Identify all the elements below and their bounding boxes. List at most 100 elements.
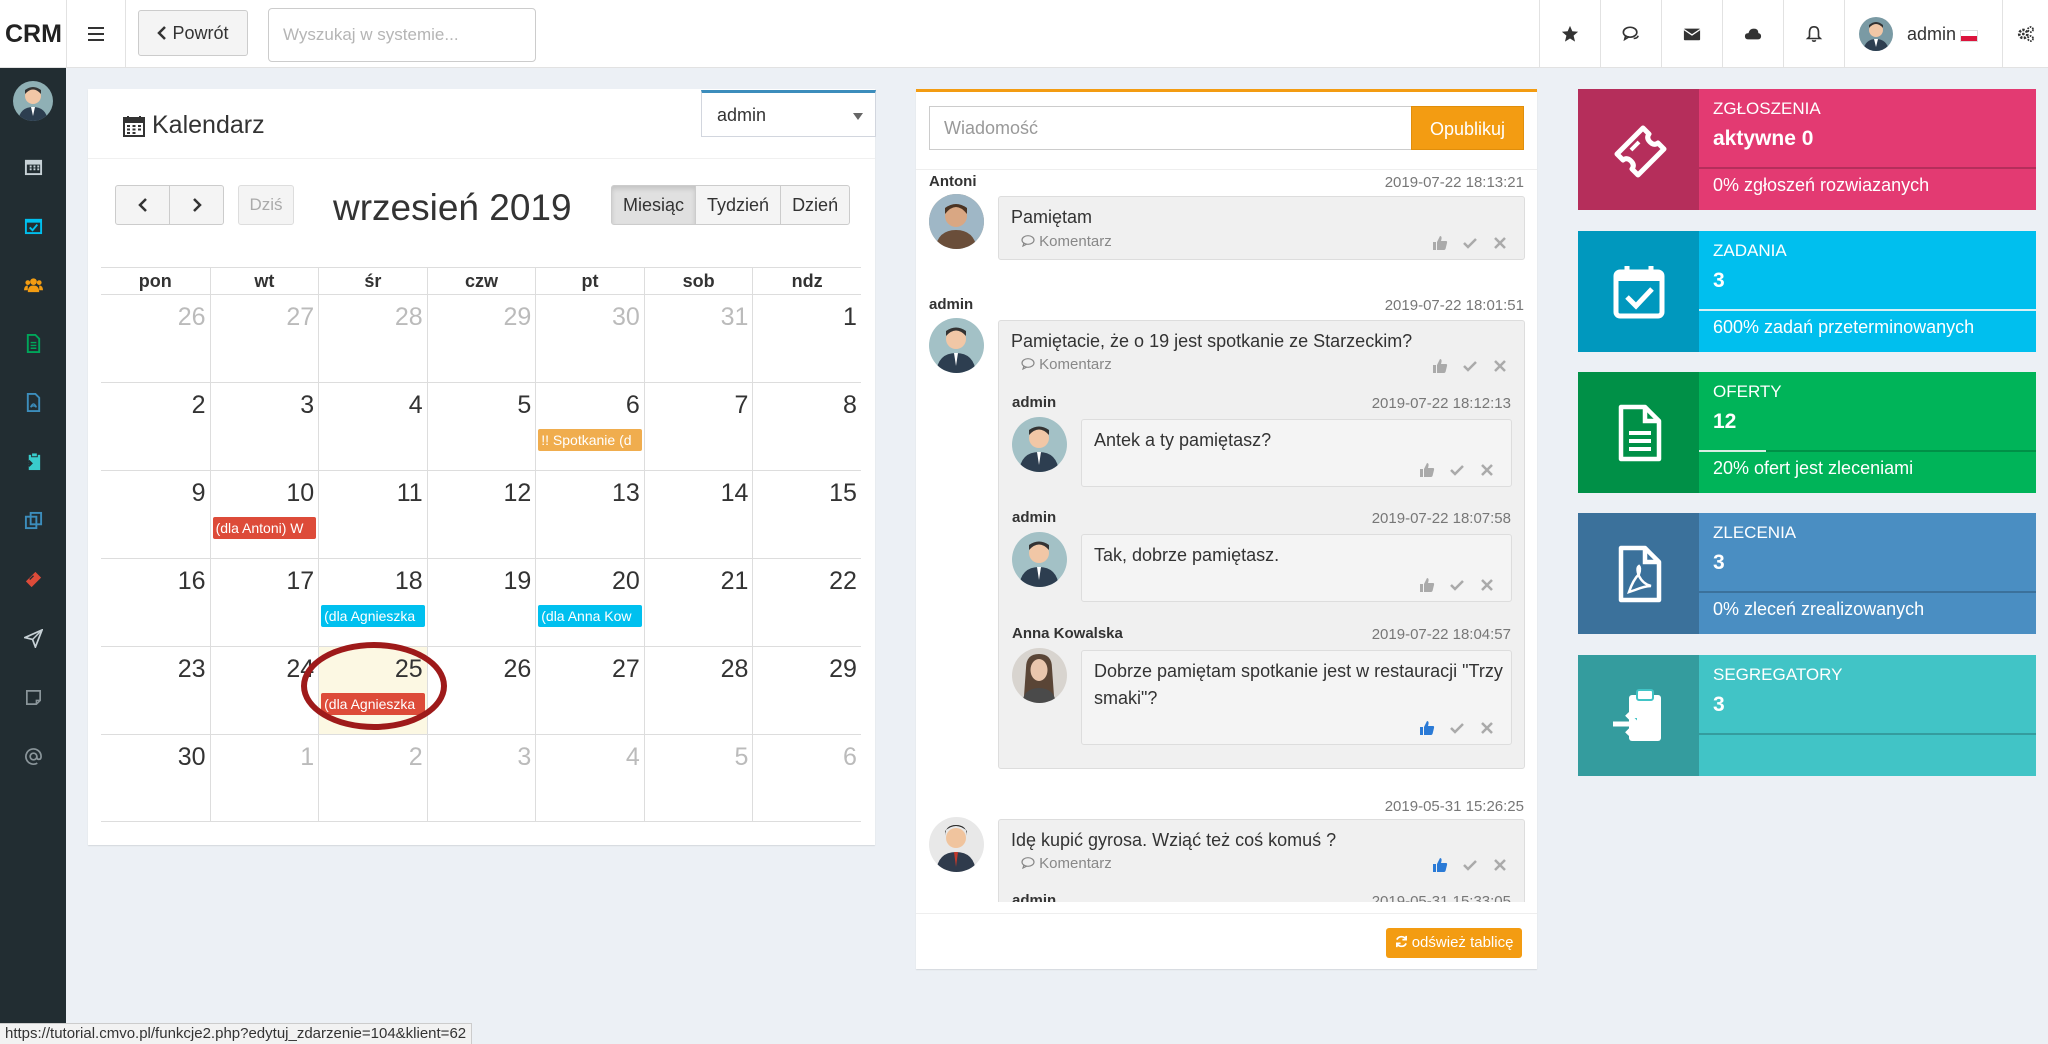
- calendar-day-cell[interactable]: 2: [101, 383, 210, 470]
- calendar-day-cell[interactable]: 13: [535, 471, 644, 558]
- calendar-day-cell[interactable]: 10 (dla Antoni) W: [209, 471, 319, 558]
- view-button[interactable]: Miesiąc: [611, 185, 697, 225]
- stat-box-zgłoszenia[interactable]: ZGŁOSZENIA aktywne 0 0% zgłoszeń rozwiaz…: [1578, 89, 2036, 210]
- calendar-event[interactable]: (dla Agnieszka: [321, 605, 425, 627]
- calendar-day-cell[interactable]: 12: [426, 471, 536, 558]
- cloud-button[interactable]: [1722, 0, 1783, 68]
- close-icon[interactable]: [1479, 577, 1495, 593]
- calendar-day-cell[interactable]: 17: [209, 559, 319, 646]
- thumbs-up-icon[interactable]: [1432, 358, 1448, 374]
- calendar-day-cell[interactable]: 27: [209, 295, 319, 382]
- calendar-day-cell[interactable]: 5: [426, 383, 536, 470]
- calendar-day-cell[interactable]: 30: [101, 735, 210, 821]
- calendar-day-cell[interactable]: 27: [535, 647, 644, 734]
- comment-link[interactable]: Komentarz: [1021, 356, 1112, 373]
- calendar-day-cell[interactable]: 15: [752, 471, 861, 558]
- calendar-day-cell[interactable]: 29: [426, 295, 536, 382]
- calendar-day-cell[interactable]: 2: [318, 735, 427, 821]
- thumbs-up-icon[interactable]: [1419, 720, 1435, 736]
- message-feed[interactable]: Antoni 2019-07-22 18:13:21 Pamiętam Kome…: [916, 170, 1537, 902]
- sidebar-item-calendar[interactable]: [0, 151, 66, 181]
- thumbs-up-icon[interactable]: [1432, 235, 1448, 251]
- calendar-day-cell[interactable]: 5: [643, 735, 753, 821]
- thumbs-up-icon[interactable]: [1419, 577, 1435, 593]
- publish-button[interactable]: Opublikuj: [1411, 106, 1524, 150]
- calendar-day-cell[interactable]: 30: [535, 295, 644, 382]
- sidebar-item-documents[interactable]: [0, 505, 66, 535]
- stat-box-segregatory[interactable]: SEGREGATORY 3: [1578, 655, 2036, 776]
- calendar-day-cell[interactable]: 4: [535, 735, 644, 821]
- close-icon[interactable]: [1492, 358, 1508, 374]
- sidebar-avatar[interactable]: [13, 81, 53, 121]
- thumbs-up-icon[interactable]: [1432, 857, 1448, 873]
- check-icon[interactable]: [1449, 720, 1465, 736]
- calendar-day-cell[interactable]: 28: [318, 295, 427, 382]
- calendar-event[interactable]: (dla Anna Kow: [538, 605, 642, 627]
- chat-button[interactable]: [1600, 0, 1661, 68]
- sidebar-item-offers[interactable]: [0, 328, 66, 358]
- calendar-day-cell[interactable]: 1: [209, 735, 319, 821]
- close-icon[interactable]: [1492, 857, 1508, 873]
- prev-month-button[interactable]: [115, 185, 170, 225]
- favorites-button[interactable]: [1539, 0, 1600, 68]
- calendar-day-cell[interactable]: 1: [752, 295, 861, 382]
- sidebar-item-binders[interactable]: [0, 446, 66, 476]
- close-icon[interactable]: [1492, 235, 1508, 251]
- messages-button[interactable]: [1661, 0, 1722, 68]
- app-logo[interactable]: CRM: [0, 0, 66, 68]
- calendar-day-cell[interactable]: 26: [101, 295, 210, 382]
- message-input[interactable]: [929, 106, 1412, 150]
- back-button[interactable]: Powrót: [138, 10, 248, 56]
- settings-button[interactable]: [2002, 0, 2048, 68]
- calendar-day-cell[interactable]: 21: [643, 559, 753, 646]
- next-month-button[interactable]: [169, 185, 224, 225]
- refresh-board-button[interactable]: odśwież tablicę: [1386, 928, 1522, 958]
- calendar-day-cell[interactable]: 3: [209, 383, 319, 470]
- today-button[interactable]: Dziś: [238, 185, 294, 225]
- check-icon[interactable]: [1449, 462, 1465, 478]
- calendar-day-cell[interactable]: 11: [318, 471, 427, 558]
- thumbs-up-icon[interactable]: [1419, 462, 1435, 478]
- comment-link[interactable]: Komentarz: [1021, 233, 1112, 250]
- calendar-day-cell[interactable]: 16: [101, 559, 210, 646]
- stat-box-zadania[interactable]: ZADANIA 3 600% zadań przeterminowanych: [1578, 231, 2036, 352]
- check-icon[interactable]: [1462, 857, 1478, 873]
- check-icon[interactable]: [1462, 358, 1478, 374]
- calendar-day-cell[interactable]: 19: [426, 559, 536, 646]
- sidebar-item-tasks[interactable]: [0, 210, 66, 240]
- comment-link[interactable]: Komentarz: [1021, 855, 1112, 872]
- sidebar-item-send[interactable]: [0, 623, 66, 653]
- sidebar-item-email[interactable]: [0, 741, 66, 771]
- calendar-day-cell[interactable]: 23: [101, 647, 210, 734]
- sidebar-item-orders[interactable]: [0, 387, 66, 417]
- calendar-day-cell[interactable]: 22: [752, 559, 861, 646]
- user-menu[interactable]: admin: [1844, 0, 2002, 68]
- calendar-day-cell[interactable]: 20 (dla Anna Kow: [535, 559, 644, 646]
- calendar-day-cell[interactable]: 31: [643, 295, 753, 382]
- calendar-day-cell[interactable]: 8: [752, 383, 861, 470]
- sidebar-item-notes[interactable]: [0, 682, 66, 712]
- calendar-day-cell[interactable]: 9: [101, 471, 210, 558]
- calendar-day-cell[interactable]: 14: [643, 471, 753, 558]
- calendar-day-cell[interactable]: 4: [318, 383, 427, 470]
- sidebar-item-tickets[interactable]: [0, 564, 66, 594]
- view-button[interactable]: Tydzień: [695, 185, 782, 225]
- sidebar-item-clients[interactable]: [0, 269, 66, 299]
- calendar-event[interactable]: (dla Antoni) W: [212, 517, 317, 539]
- close-icon[interactable]: [1479, 720, 1495, 736]
- menu-toggle-button[interactable]: [66, 0, 126, 68]
- calendar-day-cell[interactable]: 3: [426, 735, 536, 821]
- view-button[interactable]: Dzień: [780, 185, 851, 225]
- calendar-day-cell[interactable]: 29: [752, 647, 861, 734]
- check-icon[interactable]: [1449, 577, 1465, 593]
- stat-box-oferty[interactable]: OFERTY 12 20% ofert jest zleceniami: [1578, 372, 2036, 493]
- calendar-day-cell[interactable]: 6 !! Spotkanie (d: [535, 383, 644, 470]
- check-icon[interactable]: [1462, 235, 1478, 251]
- search-input[interactable]: [268, 8, 536, 62]
- calendar-day-cell[interactable]: 7: [643, 383, 753, 470]
- close-icon[interactable]: [1479, 462, 1495, 478]
- calendar-user-select[interactable]: admin: [701, 90, 876, 137]
- calendar-day-cell[interactable]: 18 (dla Agnieszka: [318, 559, 427, 646]
- calendar-day-cell[interactable]: 6: [752, 735, 861, 821]
- stat-box-zlecenia[interactable]: ZLECENIA 3 0% zleceń zrealizowanych: [1578, 513, 2036, 634]
